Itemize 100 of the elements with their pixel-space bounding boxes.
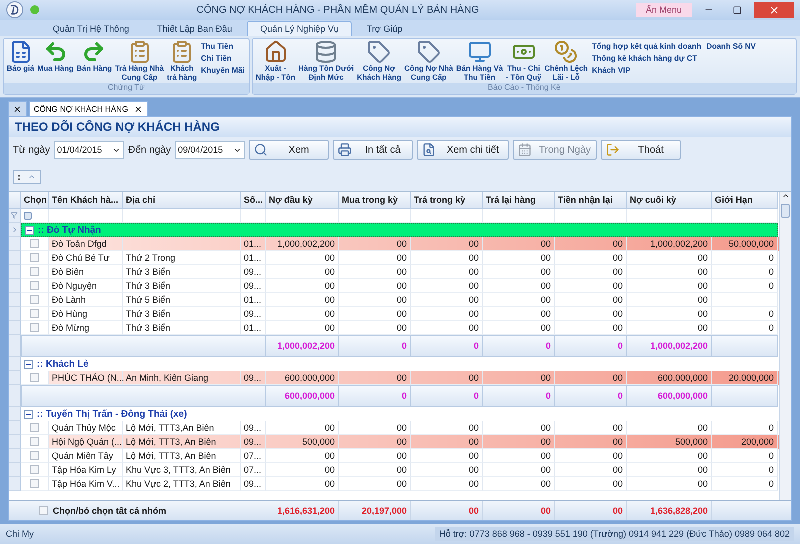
table-row[interactable]: Đò Mừng Thứ 3 Biển 01... 00 00 00 00 00 00 0: [9, 321, 779, 335]
column-header[interactable]: Chọn: [21, 192, 49, 209]
toolbar-button[interactable]: Xem: [249, 140, 330, 160]
calendar-icon: [518, 143, 532, 157]
tag-icon: [367, 40, 392, 64]
ribbon-tab[interactable]: Quản Trị Hệ Thống: [40, 21, 142, 36]
from-date-field[interactable]: 01/04/2015: [54, 141, 124, 159]
row-checkbox[interactable]: [30, 465, 39, 474]
user-name: Chi My: [6, 529, 34, 539]
collapse-icon[interactable]: [25, 226, 34, 234]
group-total: 0: [483, 385, 555, 407]
printer-icon: [338, 143, 352, 157]
from-date-label: Từ ngày: [13, 144, 50, 156]
row-checkbox[interactable]: [30, 423, 39, 432]
document-tab[interactable]: CÔNG NỢ KHÁCH HÀNG: [29, 101, 148, 116]
maximize-icon: [732, 6, 742, 14]
column-header[interactable]: Giới Hạn: [712, 192, 778, 209]
support-info: Hỗ trợ: 0773 868 968 - 0939 551 190 (Trường) 0914 941 229 (Đức Thảo) 0989 064 802: [435, 527, 794, 541]
collapse-icon[interactable]: [24, 410, 33, 418]
table-row[interactable]: Tập Hóa Kim V... Khu Vực 2, TTT3, An Biên 09... 00 00 00 00 00 00 0: [9, 477, 779, 491]
close-icon: [13, 104, 22, 114]
table-cell: 00: [411, 477, 483, 491]
collapse-icon[interactable]: [24, 360, 33, 368]
table-row[interactable]: Đò Hùng Thứ 3 Biển 09... 00 00 00 00 00 00 0: [9, 307, 779, 321]
row-checkbox[interactable]: [30, 373, 39, 382]
table-row[interactable]: Quán Miền Tây Lộ Mới, TTT3, An Biên 07... 00 00 00 00 00 00 0: [9, 449, 779, 463]
table-row[interactable]: Tập Hóa Kim Ly Khu Vực 3, TTT3, An Biên 07... 00 00 00 00 00 00 0: [9, 463, 779, 477]
row-checkbox[interactable]: [30, 267, 39, 276]
close-button[interactable]: [754, 2, 794, 18]
filter-toggle-icon[interactable]: [24, 212, 32, 220]
scrollbar[interactable]: [779, 192, 791, 500]
row-checkbox[interactable]: [30, 239, 39, 248]
hide-menu-button[interactable]: Ẩn Menu: [636, 3, 692, 17]
table-cell: Khu Vực 2, TTT3, An Biên: [123, 477, 241, 491]
row-checkbox[interactable]: [30, 281, 39, 290]
row-checkbox[interactable]: [30, 309, 39, 318]
scroll-thumb[interactable]: [781, 204, 790, 218]
toolbar-button[interactable]: In tất cả: [333, 140, 414, 160]
grand-total: 20,197,000: [339, 501, 411, 520]
sort-up-icon: [28, 173, 36, 181]
column-header[interactable]: Trả trong kỳ: [411, 192, 483, 209]
group-name: :: Tuyến Thị Trấn - Đông Thái (xe): [37, 408, 188, 420]
table-cell: Tập Hóa Kim V...: [49, 477, 123, 491]
grand-total: 00: [411, 501, 483, 520]
column-header[interactable]: Trả lại hàng: [483, 192, 555, 209]
grand-total: 1,616,631,200: [266, 501, 339, 520]
table-row[interactable]: Đò Chú Bé Tư Thứ 2 Trong 01... 00 00 00 00 00 00 0: [9, 251, 779, 265]
select-all-checkbox[interactable]: [39, 506, 48, 515]
to-date-field[interactable]: 09/04/2015: [175, 141, 246, 159]
column-header[interactable]: Nợ cuối kỳ: [627, 192, 712, 209]
table-row[interactable]: Đò Lành Thứ 5 Biển 01... 00 00 00 00 00 00: [9, 293, 779, 307]
row-checkbox[interactable]: [30, 479, 39, 488]
group-total: 1,000,002,200: [627, 335, 712, 357]
group-title: Chứng Từ: [4, 83, 249, 94]
highlighted-row[interactable]: PHÚC THẢO (N... An Minh, Kiên Giang 09... 600,000,000 00 00 00 00 600,000,000 20,000,000: [9, 371, 779, 385]
app-logo-icon[interactable]: [6, 1, 24, 19]
group-total: 0: [411, 385, 483, 407]
group-total: 1,000,002,200: [266, 335, 339, 357]
table-cell: 00: [266, 477, 339, 491]
table-row[interactable]: Quán Thủy Mộc Lộ Mới, TTT3,An Biên 09... 00 00 00 00 00 00 0: [9, 421, 779, 435]
grand-total: 00: [483, 501, 555, 520]
monitor-icon: [468, 40, 492, 64]
grand-total: 00: [555, 501, 627, 520]
group-total: 0: [483, 335, 555, 357]
highlighted-row[interactable]: Hội Ngộ Quán (... Lộ Mới, TTT3, An Biên 09... 500,000 00 00 00 00 500,000 200,000: [9, 435, 779, 449]
group-by-box[interactable]: :: [13, 170, 41, 184]
toolbar-button[interactable]: Xem chi tiết: [417, 140, 510, 160]
group-total: 0: [411, 335, 483, 357]
highlighted-row[interactable]: Đò Toản Dfgd 01... 1,000,002,200 00 00 00 00 1,000,002,200 50,000,000: [9, 237, 779, 251]
ribbon-tab[interactable]: Quản Lý Nghiệp Vụ: [247, 21, 352, 36]
forward-arrow-icon: [82, 40, 106, 64]
grand-total: 1,636,828,200: [627, 501, 712, 520]
column-header[interactable]: Tên Khách hà...: [49, 192, 123, 209]
column-header[interactable]: Địa chỉ: [123, 192, 241, 209]
table-cell: 00: [483, 477, 555, 491]
row-checkbox[interactable]: [30, 323, 39, 332]
column-header[interactable]: Mua trong kỳ: [339, 192, 411, 209]
toolbar-button[interactable]: Thoát: [601, 140, 682, 160]
ribbon-tab[interactable]: Thiết Lập Ban Đầu: [144, 21, 246, 36]
coins-icon: [554, 40, 578, 64]
row-checkbox[interactable]: [30, 437, 39, 446]
group-total: 600,000,000: [627, 385, 712, 407]
column-header[interactable]: Nợ đầu kỳ: [266, 192, 339, 209]
table-row[interactable]: Đò Biên Thứ 3 Biển 09... 00 00 00 00 00 00 0: [9, 265, 779, 279]
window-title: CÔNG NỢ KHÁCH HÀNG - PHẦN MỀM QUẢN LÝ BÁN HÀNG: [196, 4, 480, 16]
row-checkbox[interactable]: [30, 451, 39, 460]
table-cell: 00: [627, 477, 712, 491]
table-row[interactable]: Đò Nguyện Thứ 3 Biển 09... 00 00 00 00 00 00 0: [9, 279, 779, 293]
row-checkbox[interactable]: [30, 253, 39, 262]
ribbon-tab[interactable]: Trợ Giúp: [354, 21, 416, 36]
column-header[interactable]: Số...: [241, 192, 266, 209]
tag-icon: [416, 40, 441, 64]
close-all-tab[interactable]: [8, 101, 27, 116]
close-icon: [768, 4, 780, 16]
group-row[interactable]: :: Đò Tự Nhận: [21, 223, 778, 237]
column-header[interactable]: Tiền nhận lại: [555, 192, 627, 209]
save-icon[interactable]: [30, 5, 40, 15]
table-cell: 09...: [241, 477, 266, 491]
scroll-up-icon[interactable]: [782, 192, 790, 200]
row-checkbox[interactable]: [30, 295, 39, 304]
